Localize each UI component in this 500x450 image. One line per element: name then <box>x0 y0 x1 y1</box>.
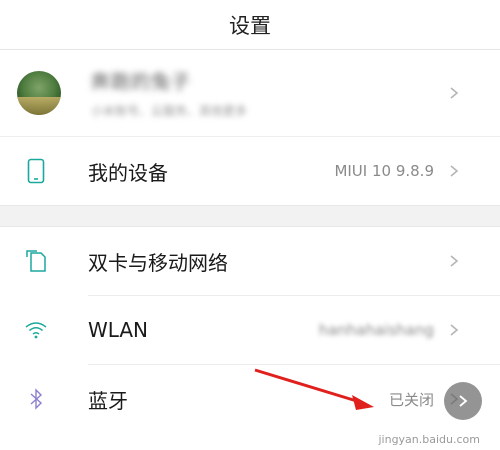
row-label-sim: 双卡与移动网络 <box>88 250 228 275</box>
floating-overlay-button[interactable] <box>444 382 482 420</box>
account-name: 奔跑的兔子 <box>91 71 192 93</box>
settings-row-sim[interactable]: 双卡与移动网络 <box>0 227 500 295</box>
chevron-right-icon <box>459 395 468 407</box>
avatar <box>17 71 61 115</box>
row-label-bluetooth: 蓝牙 <box>88 388 128 413</box>
chevron-right-icon <box>450 87 459 99</box>
chevron-right-icon <box>450 255 459 267</box>
settings-row-bluetooth[interactable]: 蓝牙 已关闭 <box>0 365 500 433</box>
row-label-wlan: WLAN <box>88 318 149 342</box>
header: 设置 <box>0 0 500 50</box>
wifi-icon <box>25 322 47 339</box>
section-divider <box>0 205 500 227</box>
bluetooth-icon <box>30 388 43 410</box>
row-value-wlan-ssid: hanhahaishang <box>318 321 434 339</box>
page-title: 设置 <box>229 13 271 38</box>
chevron-right-icon <box>450 165 459 177</box>
icon-slot <box>0 158 72 184</box>
settings-screen: 设置 奔跑的兔子 小米账号、云服务、其他更多 我的设备 MIUI 10 9.8.… <box>0 0 500 450</box>
icon-slot <box>0 249 72 273</box>
icon-slot <box>0 321 72 339</box>
account-text: 奔跑的兔子 小米账号、云服务、其他更多 <box>91 67 448 119</box>
row-value-bluetooth-status: 已关闭 <box>388 390 434 409</box>
sim-cards-icon <box>26 250 46 272</box>
account-row[interactable]: 奔跑的兔子 小米账号、云服务、其他更多 <box>0 50 500 137</box>
phone-icon <box>27 158 45 184</box>
account-subtitle: 小米账号、云服务、其他更多 <box>91 104 248 118</box>
watermark: jingyan.baidu.com <box>378 433 480 446</box>
settings-row-wlan[interactable]: WLAN hanhahaishang <box>0 296 500 364</box>
row-label-my-device: 我的设备 <box>88 160 168 185</box>
icon-slot <box>0 388 72 410</box>
settings-row-my-device[interactable]: 我的设备 MIUI 10 9.8.9 <box>0 137 500 205</box>
row-value-miui-version: MIUI 10 9.8.9 <box>334 162 434 180</box>
chevron-right-icon <box>450 324 459 336</box>
